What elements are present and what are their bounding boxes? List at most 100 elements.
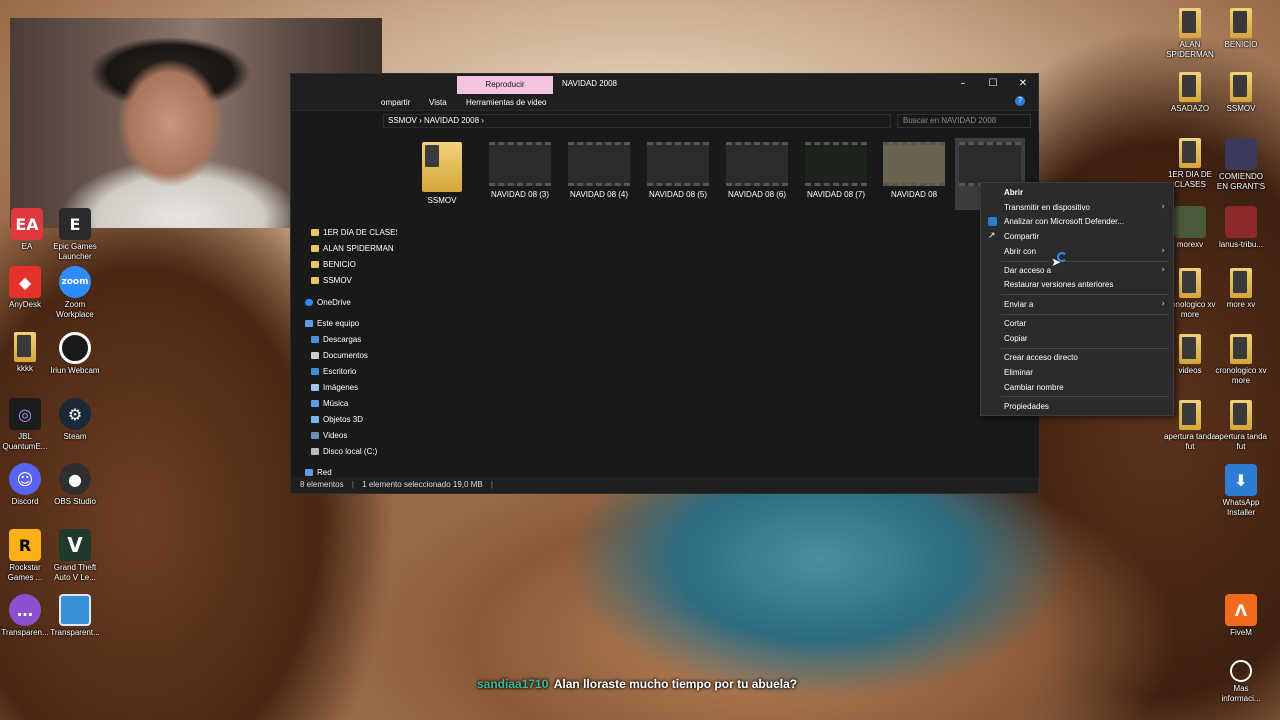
nav-item-imagenes[interactable]: Imágenes	[311, 383, 358, 392]
chevron-right-icon: ›	[1161, 265, 1165, 275]
desktop-icon-mas-informacion[interactable]: Mas informaci...	[1214, 660, 1268, 704]
music-icon	[311, 400, 319, 407]
tab-reproducir[interactable]: Reproducir	[457, 76, 553, 94]
desktop-icon-asadazo[interactable]: ASADAZO	[1163, 72, 1217, 114]
desktop-icon-apertura-2[interactable]: apertura tanda fut	[1214, 400, 1268, 452]
tab-herramientas-video[interactable]: Herramientas de video	[466, 98, 546, 107]
video-thumbnail	[805, 142, 867, 186]
desktop-icon-cronologico-2[interactable]: cronologico xv more	[1214, 334, 1268, 386]
address-bar[interactable]: SSMOV › NAVIDAD 2008 ›	[383, 114, 891, 128]
desktop-icon-fivem[interactable]: Λ FiveM	[1214, 594, 1268, 638]
desktop-icon-steam[interactable]: ⚙ Steam	[48, 398, 102, 442]
address-bar-row: SSMOV › NAVIDAD 2008 › Buscar en NAVIDAD…	[291, 112, 1038, 130]
menu-item-abrir[interactable]: Abrir	[1004, 188, 1023, 197]
desktop-icon-whatsapp-installer[interactable]: ⬇ WhatsApp Installer	[1214, 464, 1268, 518]
file-item-navidad-08-4[interactable]: NAVIDAD 08 (4)	[562, 142, 636, 199]
folder-icon	[1230, 268, 1252, 298]
nav-item-este-equipo[interactable]: Este equipo	[305, 319, 359, 328]
transparent-window-icon	[59, 594, 91, 626]
folder-icon	[311, 245, 319, 252]
nav-item-alan-spiderman[interactable]: ALAN SPIDERMAN	[311, 244, 394, 253]
folder-icon	[311, 277, 319, 284]
nav-item-ssmov[interactable]: SSMOV	[311, 276, 352, 285]
minimize-icon[interactable]: –	[951, 76, 975, 92]
maximize-icon[interactable]: ☐	[981, 76, 1005, 92]
search-input[interactable]: Buscar en NAVIDAD 2008	[897, 114, 1031, 128]
folder-icon	[1179, 8, 1201, 38]
folder-icon	[1230, 334, 1252, 364]
desktop-icon-anydesk[interactable]: ◆ AnyDesk	[0, 266, 52, 310]
nav-item-benicio[interactable]: BENICIO	[311, 260, 356, 269]
desktop-icon-transparent-chat[interactable]: … Transparen...	[0, 594, 52, 638]
nav-item-onedrive[interactable]: OneDrive	[305, 298, 351, 307]
shield-icon	[988, 217, 997, 226]
nav-item-documentos[interactable]: Documentos	[311, 351, 368, 360]
menu-item-compartir[interactable]: Compartir	[1004, 232, 1039, 241]
desktop-icon-benicio[interactable]: BENICIO	[1214, 8, 1268, 50]
video-icon	[311, 432, 319, 439]
tab-vista[interactable]: Vista	[429, 98, 447, 107]
menu-item-cambiar-nombre[interactable]: Cambiar nombre	[1004, 383, 1064, 392]
desktop-icon-transparent-window[interactable]: Transparent...	[48, 594, 102, 638]
tab-compartir[interactable]: ompartir	[381, 98, 410, 107]
desktop-icon-gta[interactable]: V Grand Theft Auto V Le...	[48, 529, 102, 583]
menu-item-cortar[interactable]: Cortar	[1004, 319, 1026, 328]
nav-item-videos[interactable]: Videos	[311, 431, 347, 440]
file-item-navidad-08-7[interactable]: NAVIDAD 08 (7)	[799, 142, 873, 199]
nav-item-escritorio[interactable]: Escritorio	[311, 367, 356, 376]
menu-item-copiar[interactable]: Copiar	[1004, 334, 1028, 343]
nav-item-objetos-3d[interactable]: Objetos 3D	[311, 415, 363, 424]
desktop-icon-kkkk[interactable]: kkkk	[0, 332, 52, 374]
loading-spinner-icon	[1057, 252, 1067, 262]
desktop-icon-obs[interactable]: ● OBS Studio	[48, 463, 102, 507]
menu-item-eliminar[interactable]: Eliminar	[1004, 368, 1033, 377]
folder-icon	[422, 142, 462, 192]
image-icon	[1174, 206, 1206, 238]
nav-item-1er-dia[interactable]: 1ER DIA DE CLASES	[311, 228, 401, 237]
breadcrumb-ssmov[interactable]: SSMOV	[388, 116, 417, 125]
folder-icon	[1230, 8, 1252, 38]
help-icon[interactable]: ?	[1015, 96, 1025, 106]
download-icon	[311, 336, 319, 343]
folder-icon	[311, 261, 319, 268]
desktop-icon-more-xv[interactable]: more xv	[1214, 268, 1268, 310]
menu-item-dar-acceso[interactable]: Dar acceso a	[1004, 266, 1051, 275]
desktop-icon-jbl[interactable]: ◎ JBL QuantumE...	[0, 398, 52, 452]
desktop-icon-discord[interactable]: ☺ Discord	[0, 463, 52, 507]
nav-item-descargas[interactable]: Descargas	[311, 335, 361, 344]
file-item-ssmov[interactable]: SSMOV	[405, 142, 479, 205]
menu-item-defender[interactable]: Analizar con Microsoft Defender...	[1004, 217, 1124, 226]
file-item-navidad-08-5[interactable]: NAVIDAD 08 (5)	[641, 142, 715, 199]
desktop-icon-lanus[interactable]: lanus-tribu...	[1214, 206, 1268, 250]
nav-item-musica[interactable]: Música	[311, 399, 348, 408]
desktop-icon-ssmov[interactable]: SSMOV	[1214, 72, 1268, 114]
nav-item-disco-local[interactable]: Disco local (C:)	[311, 447, 377, 456]
desktop-icon-comiendo[interactable]: COMIENDO EN GRANT'S	[1214, 138, 1268, 192]
menu-item-restaurar[interactable]: Restaurar versiones anteriores	[1004, 280, 1113, 289]
drive-icon	[311, 448, 319, 455]
menu-item-abrir-con[interactable]: Abrir con	[1004, 247, 1036, 256]
obs-icon: ●	[59, 463, 91, 495]
download-icon: ⬇	[1225, 464, 1257, 496]
desktop-icon-epic-games[interactable]: E Epic Games Launcher	[48, 208, 102, 262]
status-bar: 8 elementos | 1 elemento seleccionado 19…	[291, 477, 1038, 493]
desktop-icon-rockstar[interactable]: R Rockstar Games ...	[0, 529, 52, 583]
nav-item-red[interactable]: Red	[305, 468, 332, 477]
desktop-icon-alan-spiderman[interactable]: ALAN SPIDERMAN	[1163, 8, 1217, 60]
desktop-icon-ea[interactable]: EA EA	[0, 208, 54, 252]
file-item-navidad-08-3[interactable]: NAVIDAD 08 (3)	[483, 142, 557, 199]
video-thumbnail	[568, 142, 630, 186]
file-item-navidad-08[interactable]: NAVIDAD 08	[877, 142, 951, 199]
menu-item-crear-acceso[interactable]: Crear acceso directo	[1004, 353, 1078, 362]
close-icon[interactable]: ✕	[1011, 76, 1035, 92]
menu-item-propiedades[interactable]: Propiedades	[1004, 402, 1049, 411]
file-item-navidad-08-6[interactable]: NAVIDAD 08 (6)	[720, 142, 794, 199]
video-thumbnail	[883, 142, 945, 186]
breadcrumb-navidad-2008[interactable]: NAVIDAD 2008	[424, 116, 479, 125]
menu-item-transmitir[interactable]: Transmitir en dispositivo	[1004, 203, 1090, 212]
desktop-icon-zoom[interactable]: zoom Zoom Workplace	[48, 266, 102, 320]
video-thumbnail	[647, 142, 709, 186]
desktop-icon-iriun[interactable]: Iriun Webcam	[48, 332, 102, 376]
stream-chat-message: sandiaa1710 Alan lloraste mucho tiempo p…	[477, 677, 797, 691]
menu-item-enviar-a[interactable]: Enviar a	[1004, 300, 1033, 309]
